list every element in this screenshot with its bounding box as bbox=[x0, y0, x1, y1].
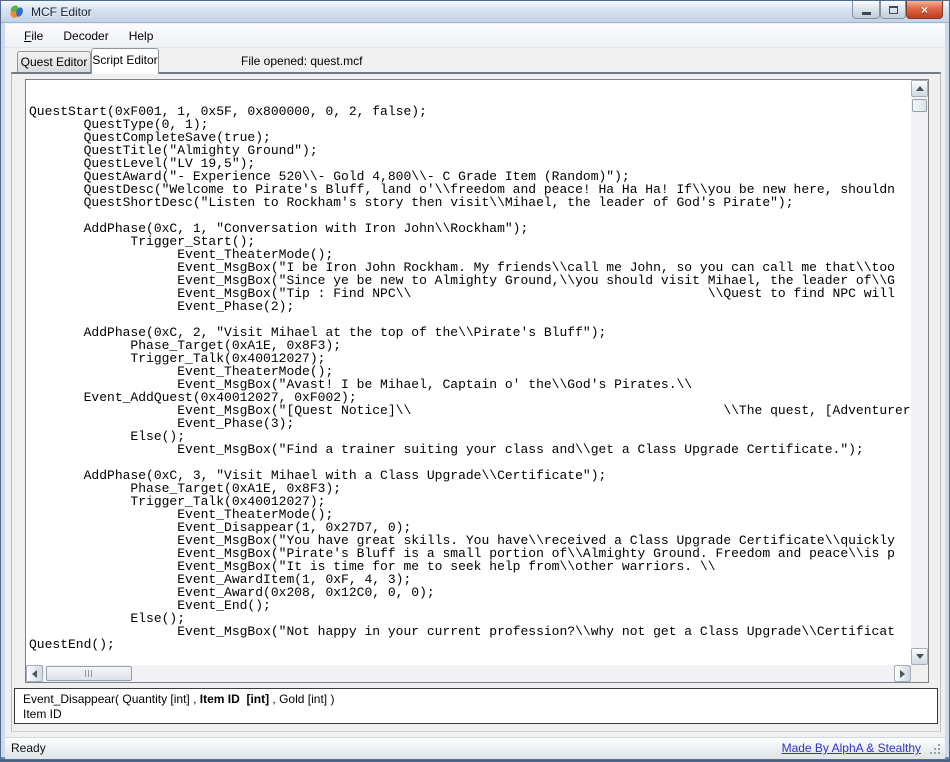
window-frame-right bbox=[945, 23, 949, 757]
script-textbox[interactable]: QuestStart(0xF001, 1, 0x5F, 0x800000, 0,… bbox=[25, 79, 929, 683]
horizontal-scrollbar-thumb[interactable] bbox=[46, 666, 132, 681]
vertical-scrollbar[interactable] bbox=[911, 80, 928, 665]
maximize-icon bbox=[889, 6, 898, 14]
menubar: File Decoder Help bbox=[5, 24, 945, 48]
signature-suffix: , Gold [int] ) bbox=[269, 692, 334, 706]
tab-script-editor[interactable]: Script Editor bbox=[91, 48, 159, 74]
resize-grip-dots-icon bbox=[930, 744, 932, 746]
function-signature: Event_Disappear( Quantity [int] , Item I… bbox=[23, 691, 929, 707]
resize-grip[interactable] bbox=[930, 744, 941, 755]
horizontal-scrollbar[interactable] bbox=[26, 665, 911, 682]
menu-file[interactable]: File bbox=[14, 26, 53, 46]
file-opened-label: File opened: quest.mcf bbox=[241, 54, 362, 68]
scroll-up-icon bbox=[916, 86, 924, 91]
signature-prefix: Event_Disappear( Quantity [int] , bbox=[23, 692, 200, 706]
script-code[interactable]: QuestStart(0xF001, 1, 0x5F, 0x800000, 0,… bbox=[26, 80, 911, 665]
menu-decoder[interactable]: Decoder bbox=[53, 26, 118, 46]
signature-current-param: Item ID [int] bbox=[200, 692, 269, 706]
minimize-icon bbox=[862, 12, 871, 15]
current-param-label: Item ID bbox=[23, 707, 929, 722]
scroll-right-button[interactable] bbox=[894, 665, 911, 682]
scrollbar-corner bbox=[911, 665, 928, 682]
close-icon: × bbox=[921, 2, 928, 18]
tab-quest-editor[interactable]: Quest Editor bbox=[17, 51, 91, 72]
close-button[interactable]: × bbox=[906, 1, 943, 19]
window-frame-left bbox=[1, 23, 5, 757]
scroll-left-icon bbox=[32, 670, 37, 678]
scroll-left-button[interactable] bbox=[26, 665, 43, 682]
menu-help[interactable]: Help bbox=[119, 26, 164, 46]
vertical-scrollbar-thumb[interactable] bbox=[912, 99, 927, 112]
mcf-editor-window: MCF Editor × File Decoder Help Quest Edi… bbox=[0, 0, 950, 762]
status-text: Ready bbox=[11, 741, 46, 755]
app-icon bbox=[9, 4, 25, 20]
scroll-down-icon bbox=[916, 654, 924, 659]
statusbar: Ready Made By AlphA & Stealthy bbox=[5, 737, 945, 759]
scroll-right-icon bbox=[900, 670, 905, 678]
window-title: MCF Editor bbox=[31, 1, 92, 23]
scroll-down-button[interactable] bbox=[911, 648, 928, 665]
parameter-hint-box: Event_Disappear( Quantity [int] , Item I… bbox=[14, 688, 938, 724]
maximize-button[interactable] bbox=[880, 1, 906, 19]
scroll-up-button[interactable] bbox=[911, 80, 928, 97]
scrollbar-grip-icon bbox=[85, 670, 93, 677]
titlebar[interactable]: MCF Editor × bbox=[1, 1, 949, 23]
credits-link[interactable]: Made By AlphA & Stealthy bbox=[782, 741, 921, 755]
minimize-button[interactable] bbox=[852, 1, 880, 19]
